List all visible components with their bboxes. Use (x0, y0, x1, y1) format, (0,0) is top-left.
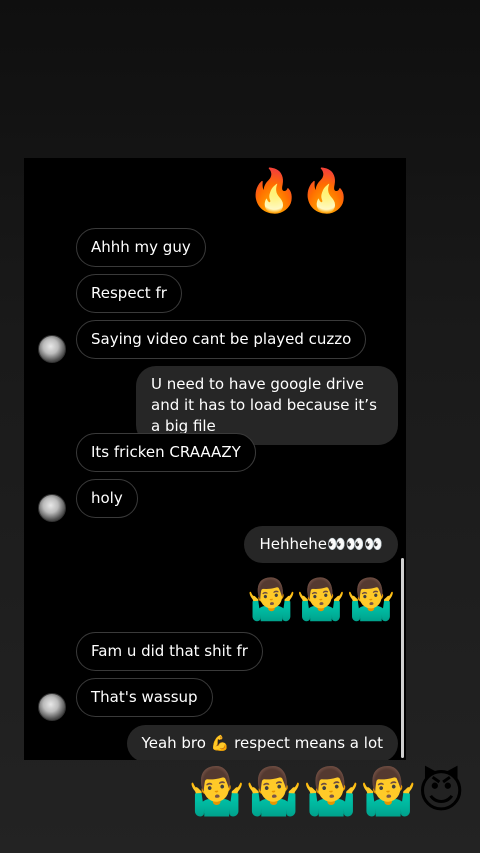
outgoing-message[interactable]: Hehhehe👀👀👀 (244, 526, 398, 563)
incoming-message[interactable]: Saying video cant be played cuzzo (76, 320, 367, 359)
profile-avatar-icon[interactable] (38, 693, 66, 721)
incoming-message[interactable]: holy (76, 479, 138, 518)
incoming-message[interactable]: That's wassup (76, 678, 213, 717)
top-dots: • • (231, 158, 252, 163)
incoming-message[interactable]: Its fricken CRAAAZY (76, 433, 256, 472)
scrollbar[interactable] (401, 558, 404, 758)
emoji-message-shrug[interactable]: 🤷‍♂️🤷‍♂️🤷‍♂️ (247, 580, 396, 620)
profile-avatar-icon[interactable] (38, 494, 66, 522)
outgoing-message[interactable]: Yeah bro 💪 respect means a lot (126, 725, 398, 760)
overlay-emoji-sticker: 🤷‍♂️🤷‍♂️🤷‍♂️🤷‍♂️😈 (188, 764, 466, 818)
chat-panel: • • 🔥🔥😈 Ahhh my guy Respect fr Saying vi… (24, 158, 406, 760)
incoming-message[interactable]: Ahhh my guy (76, 228, 206, 267)
emoji-message-fire-devil[interactable]: 🔥🔥😈 (248, 170, 396, 212)
incoming-message[interactable]: Respect fr (76, 274, 182, 313)
incoming-message[interactable]: Fam u did that shit fr (76, 632, 263, 671)
profile-avatar-icon[interactable] (38, 335, 66, 363)
